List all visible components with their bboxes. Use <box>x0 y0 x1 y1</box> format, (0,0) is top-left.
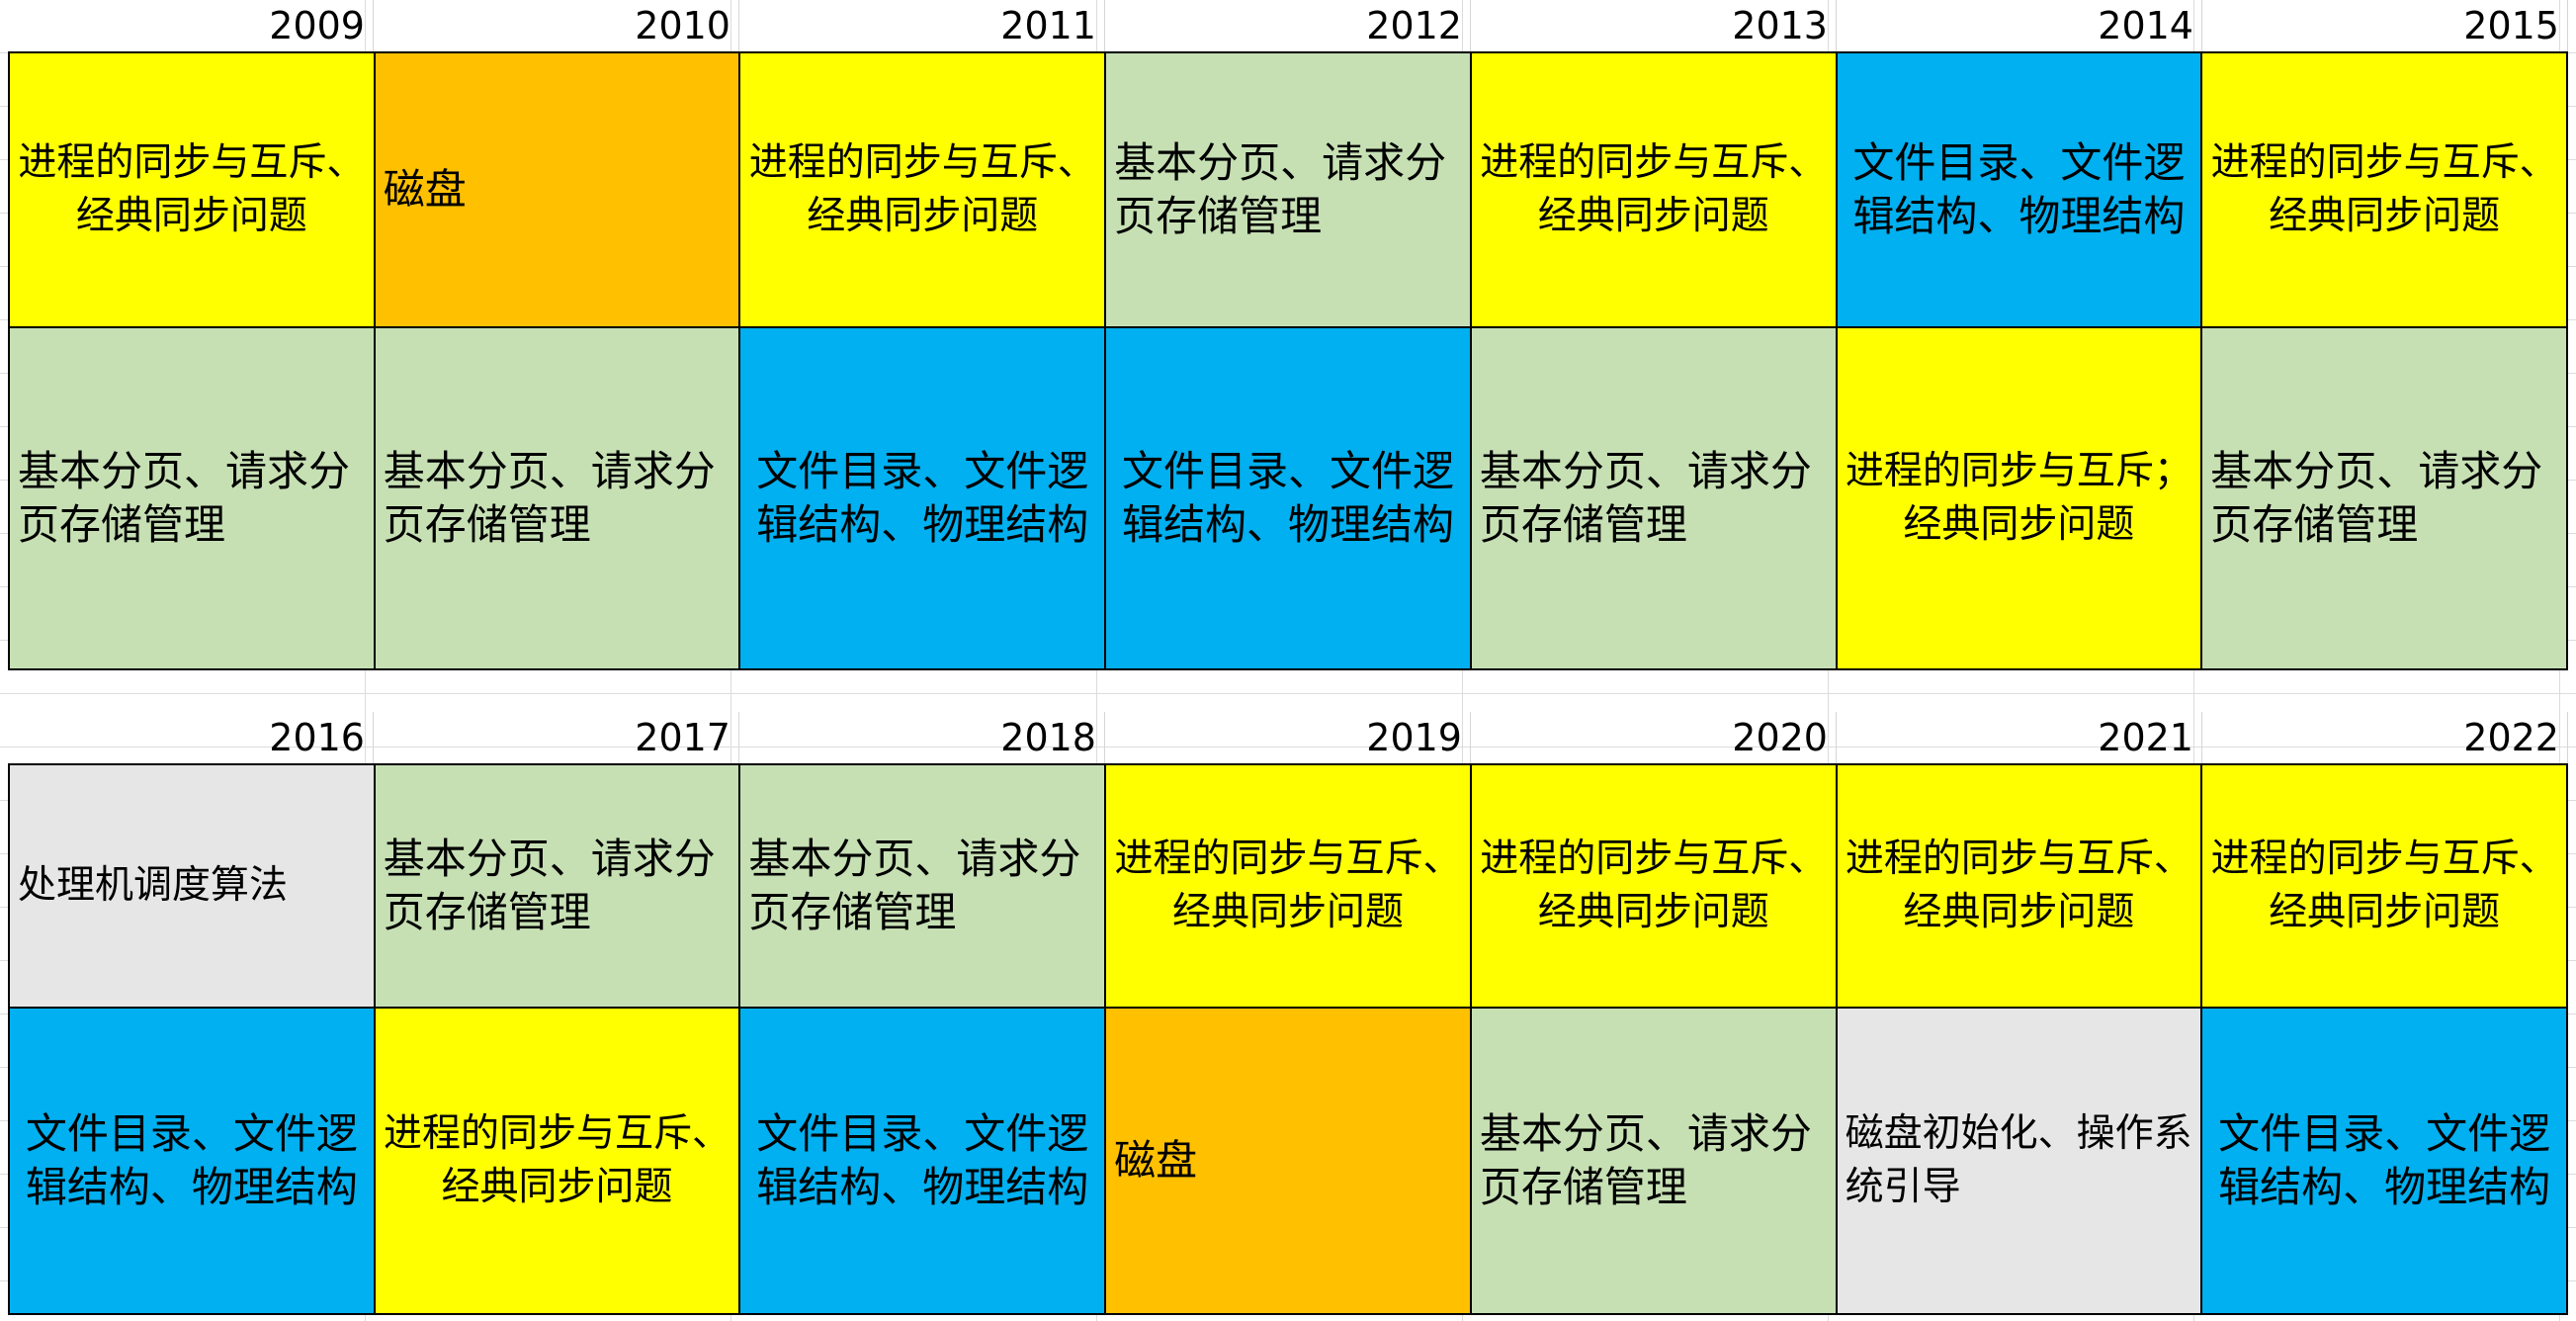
topic-cell[interactable]: 文件目录、文件逻辑结构、物理结构 <box>740 1009 1107 1315</box>
topic-cell[interactable]: 进程的同步与互斥、经典同步问题 <box>10 53 376 328</box>
topic-cell[interactable]: 磁盘 <box>375 53 741 328</box>
year-header-cell[interactable]: 2019 <box>1105 712 1471 763</box>
topic-cell[interactable]: 文件目录、文件逻辑结构、物理结构 <box>2202 1009 2568 1315</box>
topic-cell[interactable]: 基本分页、请求分页存储管理 <box>1471 328 1838 670</box>
topic-cell[interactable]: 基本分页、请求分页存储管理 <box>740 765 1107 1009</box>
year-header-cell[interactable]: 2021 <box>1837 712 2202 763</box>
topic-cell[interactable]: 磁盘初始化、操作系统引导 <box>1837 1009 2203 1315</box>
topic-cell[interactable]: 进程的同步与互斥、经典同步问题 <box>1471 765 1838 1009</box>
year-header-cell[interactable]: 2017 <box>374 712 739 763</box>
sheet-block-2009-2015: 2009 2010 2011 2012 2013 2014 2015 进程的同步… <box>8 0 2568 670</box>
topic-cell[interactable]: 文件目录、文件逻辑结构、物理结构 <box>10 1009 376 1315</box>
topic-cell[interactable]: 进程的同步与互斥、经典同步问题 <box>375 1009 741 1315</box>
topic-cell[interactable]: 进程的同步与互斥、经典同步问题 <box>1106 765 1472 1009</box>
year-header-cell[interactable]: 2012 <box>1105 0 1471 51</box>
year-header-row: 2009 2010 2011 2012 2013 2014 2015 <box>8 0 2568 51</box>
year-header-cell[interactable]: 2014 <box>1837 0 2202 51</box>
topic-cell[interactable]: 基本分页、请求分页存储管理 <box>375 765 741 1009</box>
topic-grid: 处理机调度算法 基本分页、请求分页存储管理 基本分页、请求分页存储管理 进程的同… <box>8 763 2568 1315</box>
topic-cell[interactable]: 基本分页、请求分页存储管理 <box>10 328 376 670</box>
topic-cell[interactable]: 文件目录、文件逻辑结构、物理结构 <box>1837 53 2203 328</box>
sheet-block-2016-2022: 2016 2017 2018 2019 2020 2021 2022 处理机调度… <box>8 712 2568 1315</box>
year-header-row: 2016 2017 2018 2019 2020 2021 2022 <box>8 712 2568 763</box>
topic-cell[interactable]: 进程的同步与互斥、经典同步问题 <box>1471 53 1838 328</box>
year-header-cell[interactable]: 2016 <box>8 712 374 763</box>
topic-cell[interactable]: 进程的同步与互斥、经典同步问题 <box>740 53 1107 328</box>
year-header-cell[interactable]: 2015 <box>2202 0 2568 51</box>
topic-cell[interactable]: 基本分页、请求分页存储管理 <box>1106 53 1472 328</box>
topic-cell[interactable]: 进程的同步与互斥、经典同步问题 <box>2202 765 2568 1009</box>
topic-cell[interactable]: 进程的同步与互斥；经典同步问题 <box>1837 328 2203 670</box>
topic-cell[interactable]: 文件目录、文件逻辑结构、物理结构 <box>740 328 1107 670</box>
year-header-cell[interactable]: 2022 <box>2202 712 2568 763</box>
year-header-cell[interactable]: 2009 <box>8 0 374 51</box>
topic-cell[interactable]: 基本分页、请求分页存储管理 <box>2202 328 2568 670</box>
year-header-cell[interactable]: 2011 <box>739 0 1105 51</box>
topic-cell[interactable]: 基本分页、请求分页存储管理 <box>1471 1009 1838 1315</box>
year-header-cell[interactable]: 2018 <box>739 712 1105 763</box>
year-header-cell[interactable]: 2010 <box>374 0 739 51</box>
topic-cell[interactable]: 磁盘 <box>1106 1009 1472 1315</box>
year-header-cell[interactable]: 2020 <box>1471 712 1837 763</box>
topic-cell[interactable]: 文件目录、文件逻辑结构、物理结构 <box>1106 328 1472 670</box>
topic-cell[interactable]: 进程的同步与互斥、经典同步问题 <box>1837 765 2203 1009</box>
year-header-cell[interactable]: 2013 <box>1471 0 1837 51</box>
topic-cell[interactable]: 处理机调度算法 <box>10 765 376 1009</box>
topic-grid: 进程的同步与互斥、经典同步问题 磁盘 进程的同步与互斥、经典同步问题 基本分页、… <box>8 51 2568 670</box>
topic-cell[interactable]: 基本分页、请求分页存储管理 <box>375 328 741 670</box>
topic-cell[interactable]: 进程的同步与互斥、经典同步问题 <box>2202 53 2568 328</box>
